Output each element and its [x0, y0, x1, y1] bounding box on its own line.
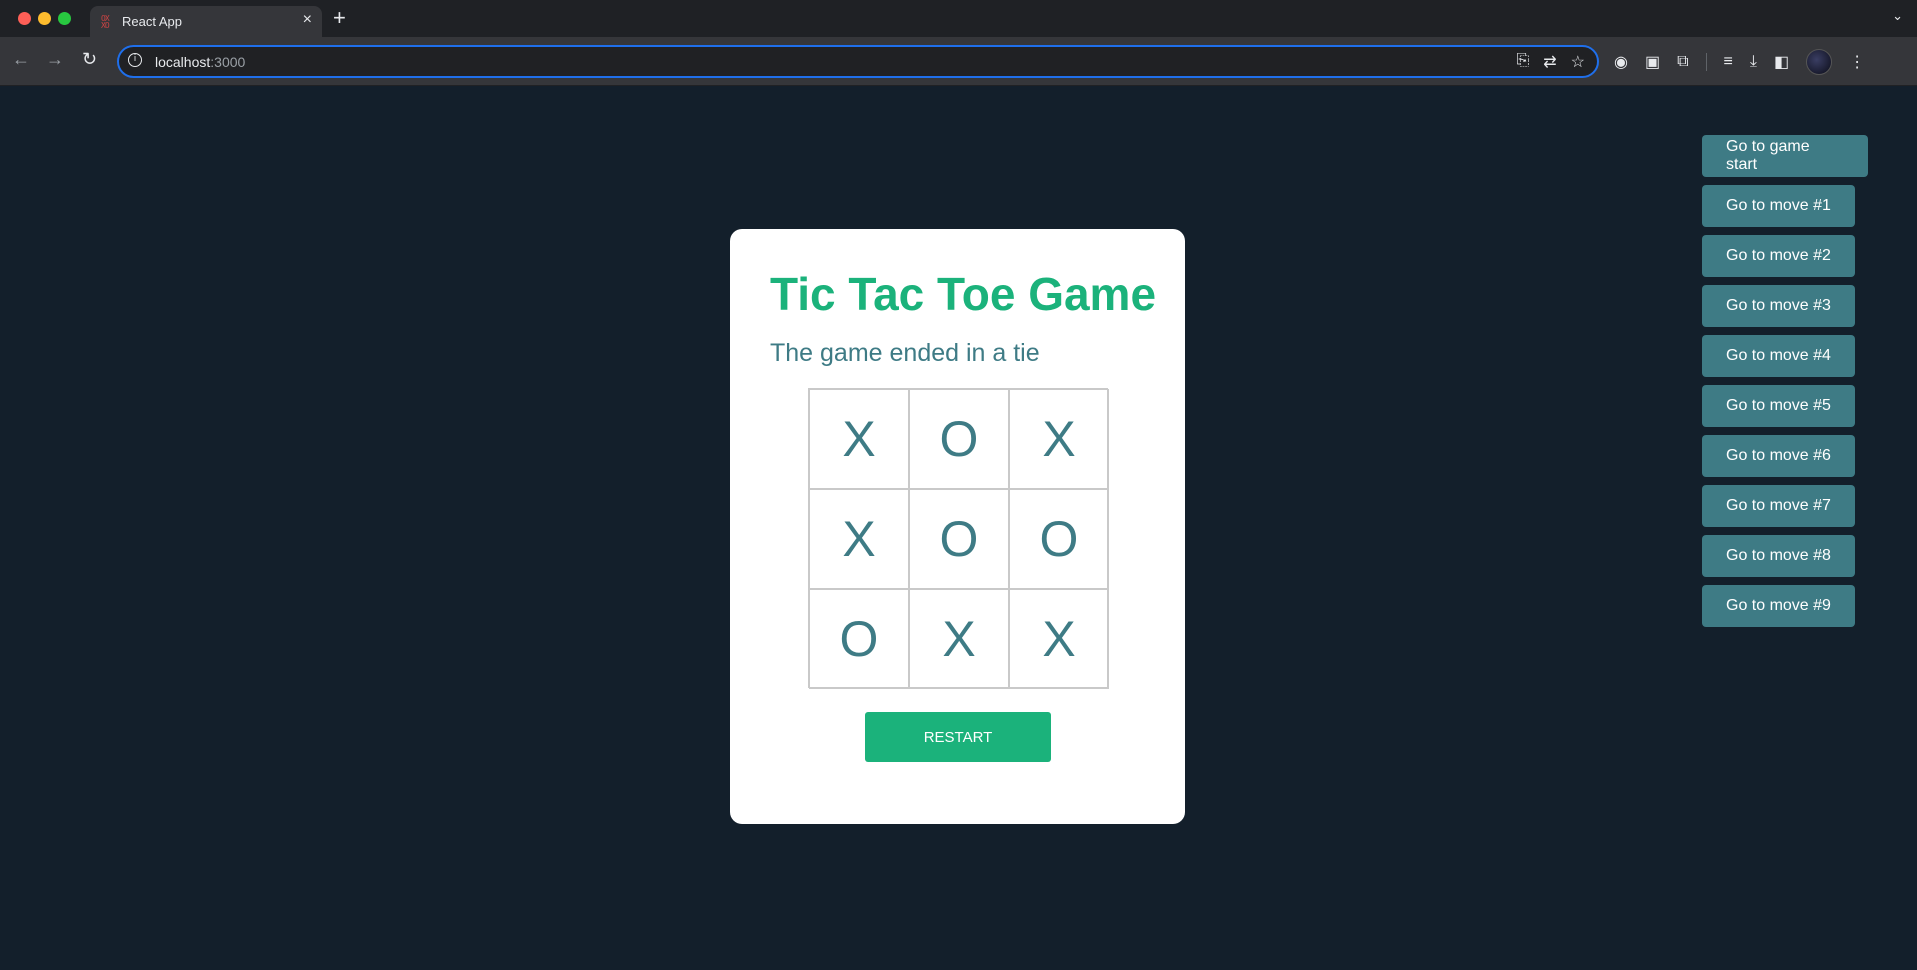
go-to-move-4-button[interactable]: Go to move #4	[1702, 335, 1855, 377]
browser-tab[interactable]: OX XO React App ×	[90, 6, 322, 37]
reload-icon[interactable]: ↻	[82, 49, 97, 70]
go-to-move-2-button[interactable]: Go to move #2	[1702, 235, 1855, 277]
minimize-window-button[interactable]	[38, 12, 51, 25]
url-host: localhost	[155, 54, 211, 70]
go-to-move-7-button[interactable]: Go to move #7	[1702, 485, 1855, 527]
profile-avatar[interactable]	[1806, 49, 1833, 75]
go-to-move-1-button[interactable]: Go to move #1	[1702, 185, 1855, 227]
go-to-move-3-button[interactable]: Go to move #3	[1702, 285, 1855, 327]
board-cell-1[interactable]: X	[809, 389, 909, 489]
url-text: localhost:3000	[155, 54, 245, 70]
url-port: :3000	[210, 54, 246, 70]
go-to-move-6-button[interactable]: Go to move #6	[1702, 435, 1855, 477]
tab-search-chevron-icon[interactable]: ⌄	[1892, 8, 1903, 24]
install-app-icon[interactable]: ⎘	[1516, 52, 1529, 72]
game-status: The game ended in a tie	[770, 339, 1040, 367]
board-cell-6[interactable]: O	[1009, 489, 1109, 589]
reading-list-icon[interactable]: ≡	[1724, 53, 1733, 71]
move-history: Go to game start Go to move #1 Go to mov…	[1702, 135, 1868, 627]
extension-icon[interactable]: ◉	[1614, 52, 1628, 72]
go-to-move-8-button[interactable]: Go to move #8	[1702, 535, 1855, 577]
tab-title: React App	[122, 14, 182, 29]
close-window-button[interactable]	[18, 12, 31, 25]
extensions-puzzle-icon[interactable]: ⧉	[1677, 53, 1688, 71]
game-board: X O X X O O O X X	[808, 388, 1109, 689]
forward-arrow-icon[interactable]: →	[46, 49, 64, 70]
site-info-icon[interactable]: i	[128, 53, 142, 67]
bookmark-star-icon[interactable]: ☆	[1571, 52, 1585, 72]
translate-icon[interactable]: ⇄	[1543, 52, 1556, 72]
back-arrow-icon[interactable]: ←	[12, 49, 30, 70]
page-title: Tic Tac Toe Game	[770, 268, 1157, 320]
download-icon[interactable]: ⤓	[1750, 53, 1757, 71]
address-bar[interactable]: i localhost:3000 ⎘ ⇄ ☆	[117, 45, 1599, 78]
omnibox-actions: ⎘ ⇄ ☆	[1516, 52, 1585, 72]
board-cell-9[interactable]: X	[1009, 589, 1109, 689]
board-cell-7[interactable]: O	[809, 589, 909, 689]
close-tab-icon[interactable]: ×	[303, 11, 312, 29]
new-tab-icon[interactable]: +	[333, 5, 346, 31]
go-to-move-9-button[interactable]: Go to move #9	[1702, 585, 1855, 627]
browser-menu-icon[interactable]: ⋮	[1849, 52, 1865, 72]
side-panel-icon[interactable]: ◧	[1774, 52, 1789, 72]
go-to-move-5-button[interactable]: Go to move #5	[1702, 385, 1855, 427]
extensions-area: ◉ ▣ ⧉ ≡ ⤓ ◧ ⋮	[1614, 49, 1865, 75]
tictactoe-favicon-icon: OX XO	[101, 14, 110, 30]
restart-button[interactable]: RESTART	[865, 712, 1051, 762]
browser-tab-bar: OX XO React App × + ⌄	[0, 0, 1917, 37]
board-cell-4[interactable]: X	[809, 489, 909, 589]
game-card: Tic Tac Toe Game The game ended in a tie…	[730, 229, 1185, 824]
board-cell-8[interactable]: X	[909, 589, 1009, 689]
board-cell-2[interactable]: O	[909, 389, 1009, 489]
board-cell-5[interactable]: O	[909, 489, 1009, 589]
maximize-window-button[interactable]	[58, 12, 71, 25]
browser-toolbar: ← → ↻ i localhost:3000 ⎘ ⇄ ☆ ◉ ▣ ⧉ ≡ ⤓ ◧…	[0, 37, 1917, 86]
board-cell-3[interactable]: X	[1009, 389, 1109, 489]
toolbar-divider	[1705, 53, 1707, 71]
go-to-game-start-button[interactable]: Go to game start	[1702, 135, 1868, 177]
google-translate-extension-icon[interactable]: ▣	[1645, 52, 1660, 72]
